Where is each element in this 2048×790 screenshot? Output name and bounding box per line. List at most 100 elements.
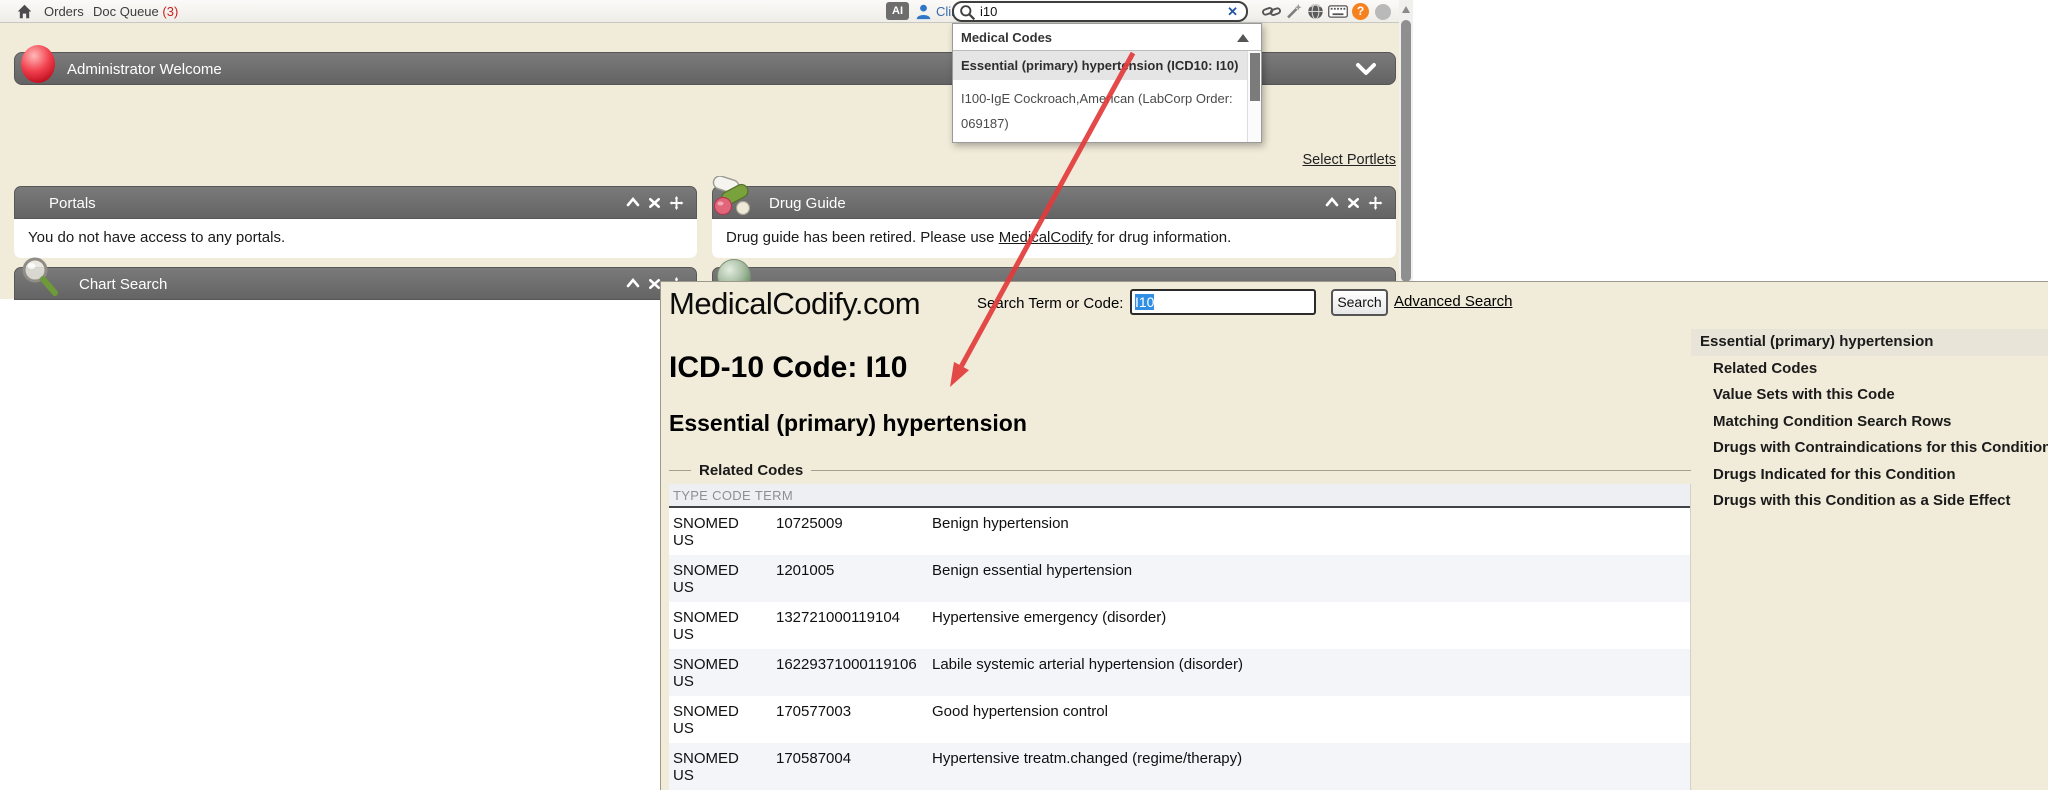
condition-heading: Essential (primary) hypertension (669, 410, 1027, 437)
scroll-up-arrow-icon[interactable] (1402, 6, 1410, 13)
sidebar-link-label: Drugs Indicated for this Condition (1713, 466, 1956, 483)
medicalcodify-link[interactable]: MedicalCodify (999, 229, 1093, 246)
dropdown-item-label: Essential (primary) hypertension (ICD10:… (961, 58, 1238, 73)
drug-guide-title: Drug Guide (769, 195, 846, 212)
codify-search-input[interactable]: I10 (1130, 289, 1316, 315)
red-orb-icon (21, 45, 55, 83)
sidebar-link-label: Matching Condition Search Rows (1713, 413, 1951, 430)
codify-sidebar: Essential (primary) hypertension Related … (1691, 282, 2048, 790)
message-prefix: Drug guide has been retired. Please use (726, 229, 999, 246)
home-icon[interactable] (16, 3, 33, 20)
column-header[interactable]: CODE (708, 484, 751, 506)
sidebar-link[interactable]: Value Sets with this Code (1691, 382, 2048, 409)
cell-type: SNOMED US (669, 602, 772, 649)
dropdown-item[interactable]: Essential (primary) hypertension (ICD10:… (953, 51, 1247, 80)
global-search-input[interactable] (980, 3, 1180, 20)
column-header[interactable]: TYPE (669, 484, 708, 506)
cell-term: Labile systemic arterial hypertension (d… (928, 649, 1690, 696)
cell-type: SNOMED US (669, 555, 772, 602)
table-row[interactable]: SNOMED US 170577003 Good hypertension co… (669, 696, 1690, 743)
medicalcodify-logo[interactable]: MedicalCodify.com (669, 286, 920, 322)
welcome-banner-title: Administrator Welcome (67, 61, 222, 78)
sort-asc-icon[interactable] (1237, 34, 1249, 42)
portals-message: You do not have access to any portals. (28, 229, 285, 246)
drug-guide-body: Drug guide has been retired. Please use … (712, 219, 1396, 258)
cell-type: SNOMED US (669, 508, 772, 555)
chevron-down-icon[interactable] (1355, 62, 1377, 76)
select-portlets-link[interactable]: Select Portlets (1265, 152, 1396, 168)
close-icon[interactable] (1347, 196, 1360, 210)
collapse-icon[interactable] (1325, 196, 1339, 210)
chart-search-header[interactable]: Chart Search (14, 267, 697, 300)
medicalcodify-window: MedicalCodify.com Search Term or Code: I… (660, 281, 2048, 790)
scrollbar-thumb[interactable] (1401, 20, 1411, 282)
help-icon[interactable]: ? (1352, 3, 1369, 20)
table-row[interactable]: SNOMED US 1201005 Benign essential hyper… (669, 555, 1690, 602)
doc-queue-label: Doc Queue (93, 4, 159, 19)
search-icon (959, 4, 976, 21)
table-body: SNOMED US 10725009 Benign hypertension S… (669, 508, 1690, 790)
portals-header[interactable]: Portals (14, 186, 697, 219)
nav-doc-queue[interactable]: Doc Queue (3) (93, 4, 178, 19)
sidebar-link[interactable]: Drugs with Contraindications for this Co… (1691, 435, 2048, 462)
globe-icon[interactable] (1307, 3, 1324, 20)
link-icon[interactable] (1262, 3, 1281, 20)
related-codes-table: TYPECODETERM SNOMED US 10725009 Benign h… (669, 484, 1691, 790)
dropdown-item[interactable]: I100-IgE Cockroach,American (LabCorp Ord… (953, 80, 1247, 142)
pills-icon (709, 176, 757, 218)
portlet-drug-guide: Drug Guide Drug guide has been retired. … (712, 186, 1396, 258)
sidebar-link[interactable]: Drugs Indicated for this Condition (1691, 462, 2048, 489)
sidebar-link[interactable]: Drugs with this Condition as a Side Effe… (1691, 488, 2048, 515)
dropdown-scrollbar-thumb[interactable] (1250, 53, 1260, 101)
table-row[interactable]: SNOMED US 16229371000119106 Labile syste… (669, 649, 1690, 696)
collapse-icon[interactable] (626, 277, 640, 291)
clear-search-icon[interactable]: ✕ (1227, 4, 1238, 20)
related-codes-legend: Related Codes (691, 462, 811, 479)
user-icon[interactable] (915, 3, 932, 20)
cell-code: 170587004 (772, 743, 928, 790)
global-search-box[interactable]: ✕ (952, 1, 1248, 22)
table-row[interactable]: SNOMED US 132721000119104 Hypertensive e… (669, 602, 1690, 649)
dropdown-group-header[interactable]: Medical Codes (953, 24, 1261, 51)
move-icon[interactable] (1368, 196, 1383, 210)
keyboard-icon[interactable] (1328, 5, 1348, 18)
drug-guide-header[interactable]: Drug Guide (712, 186, 1396, 219)
sidebar-link[interactable]: Matching Condition Search Rows (1691, 409, 2048, 436)
ai-badge-icon[interactable]: AI (886, 2, 909, 20)
table-row[interactable]: SNOMED US 170587004 Hypertensive treatm.… (669, 743, 1690, 790)
cell-code: 10725009 (772, 508, 928, 555)
dropdown-items: Essential (primary) hypertension (ICD10:… (953, 51, 1261, 142)
collapse-icon[interactable] (626, 196, 640, 210)
table-row[interactable]: SNOMED US 10725009 Benign hypertension (669, 508, 1690, 555)
sidebar-links: Essential (primary) hypertension Related … (1691, 329, 2048, 515)
dropdown-scrollbar[interactable] (1247, 51, 1261, 142)
drug-guide-message: Drug guide has been retired. Please use … (726, 229, 1231, 246)
sidebar-link-label: Related Codes (1713, 360, 1817, 377)
move-icon[interactable] (669, 196, 684, 210)
portals-title: Portals (49, 195, 96, 212)
sidebar-link[interactable]: Essential (primary) hypertension (1691, 329, 2048, 356)
selected-text: I10 (1135, 294, 1154, 310)
cell-term: Benign essential hypertension (928, 555, 1690, 602)
chart-search-title: Chart Search (79, 276, 167, 293)
sidebar-link[interactable]: Related Codes (1691, 356, 2048, 383)
top-toolbar: Orders Doc Queue (3) AI Clin ✕ ? (0, 0, 1399, 23)
column-header[interactable]: TERM (751, 484, 793, 506)
cell-term: Hypertensive emergency (disorder) (928, 602, 1690, 649)
search-term-label: Search Term or Code: (977, 295, 1123, 312)
search-suggestions-dropdown: Medical Codes Essential (primary) hypert… (952, 23, 1262, 143)
close-icon[interactable] (648, 196, 661, 210)
chart-search-magnifier-icon (18, 255, 64, 301)
related-codes-section: Related Codes TYPECODETERM SNOMED US 107… (669, 470, 1691, 790)
cell-code: 132721000119104 (772, 602, 928, 649)
sidebar-link-label: Drugs with Contraindications for this Co… (1713, 439, 2048, 456)
wand-icon[interactable] (1285, 3, 1303, 20)
nav-orders[interactable]: Orders (44, 4, 84, 19)
advanced-search-link[interactable]: Advanced Search (1394, 293, 1512, 310)
sidebar-link-label: Essential (primary) hypertension (1700, 333, 1933, 350)
cell-type: SNOMED US (669, 696, 772, 743)
codify-search-button[interactable]: Search (1331, 289, 1388, 316)
screen: Orders Doc Queue (3) AI Clin ✕ ? (0, 0, 2048, 790)
sidebar-link-label: Value Sets with this Code (1713, 386, 1895, 403)
cell-term: Hypertensive treatm.changed (regime/ther… (928, 743, 1690, 790)
